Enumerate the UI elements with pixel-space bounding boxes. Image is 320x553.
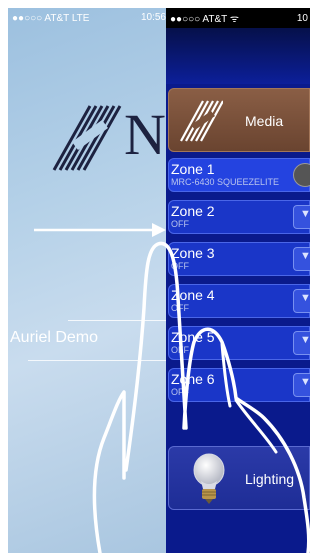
zone-name: Zone 3 bbox=[171, 245, 215, 261]
zone-row-3[interactable]: Zone 3 OFF ▼ bbox=[168, 242, 310, 276]
app-switcher-left-panel[interactable]: ●●○○○ AT&T LTE 10:56 N Auriel Demo bbox=[8, 8, 166, 553]
header-band bbox=[166, 28, 310, 84]
app-main-panel[interactable]: ●●○○○ AT&T ᯤ 10 Media Zone 1 MRC-6430 SQ… bbox=[166, 8, 310, 553]
chevron-down-icon[interactable]: ▼ bbox=[293, 373, 310, 397]
zone-status: OFF bbox=[171, 387, 189, 397]
zone-row-4[interactable]: Zone 4 OFF ▼ bbox=[168, 284, 310, 318]
time-text: 10:56 bbox=[140, 12, 166, 23]
zone-status: OFF bbox=[171, 261, 189, 271]
zone-status: OFF bbox=[171, 219, 189, 229]
time-text: 10 bbox=[296, 12, 308, 24]
divider bbox=[28, 360, 166, 361]
carrier-text: ●●○○○ AT&T ᯤ bbox=[170, 14, 239, 25]
zone-row-1[interactable]: Zone 1 MRC-6430 SQUEEZELITE bbox=[168, 158, 310, 192]
zone-row-5[interactable]: Zone 5 OFF ▼ bbox=[168, 326, 310, 360]
zone-name: Zone 5 bbox=[171, 329, 215, 345]
brand-logo-letter: N bbox=[124, 102, 166, 167]
carrier-text: ●●○○○ AT&T LTE bbox=[12, 12, 90, 24]
zone-name: Zone 6 bbox=[171, 371, 215, 387]
status-bar-left: ●●○○○ AT&T LTE 10:56 bbox=[8, 8, 166, 28]
zone-row-6[interactable]: Zone 6 OFF ▼ bbox=[168, 368, 310, 402]
screen: ●●○○○ AT&T LTE 10:56 N Auriel Demo ●●○○○… bbox=[8, 8, 310, 553]
zone-status: OFF bbox=[171, 345, 189, 355]
chevron-down-icon[interactable]: ▼ bbox=[293, 331, 310, 355]
lighting-label: Lighting bbox=[245, 471, 295, 487]
status-bar-right: ●●○○○ AT&T ᯤ 10 bbox=[166, 8, 310, 28]
media-logo-icon bbox=[180, 100, 223, 142]
zone-status: MRC-6430 SQUEEZELITE bbox=[171, 177, 280, 187]
chevron-down-icon[interactable]: ▼ bbox=[293, 289, 310, 313]
lighting-button[interactable]: Lighting bbox=[168, 446, 310, 510]
chevron-down-icon[interactable]: ▼ bbox=[293, 247, 310, 271]
zone-row-2[interactable]: Zone 2 OFF ▼ bbox=[168, 200, 310, 234]
source-icon[interactable] bbox=[293, 163, 310, 187]
divider bbox=[68, 320, 166, 321]
media-button[interactable]: Media bbox=[168, 88, 310, 152]
zone-name: Zone 2 bbox=[171, 203, 215, 219]
zone-status: OFF bbox=[171, 303, 189, 313]
zone-name: Zone 1 bbox=[171, 161, 215, 177]
chevron-down-icon[interactable]: ▼ bbox=[293, 205, 310, 229]
brand-logo-icon bbox=[52, 105, 122, 171]
zone-name: Zone 4 bbox=[171, 287, 215, 303]
lightbulb-icon bbox=[193, 453, 225, 504]
media-label: Media bbox=[245, 113, 284, 129]
site-name[interactable]: Auriel Demo bbox=[10, 329, 98, 347]
